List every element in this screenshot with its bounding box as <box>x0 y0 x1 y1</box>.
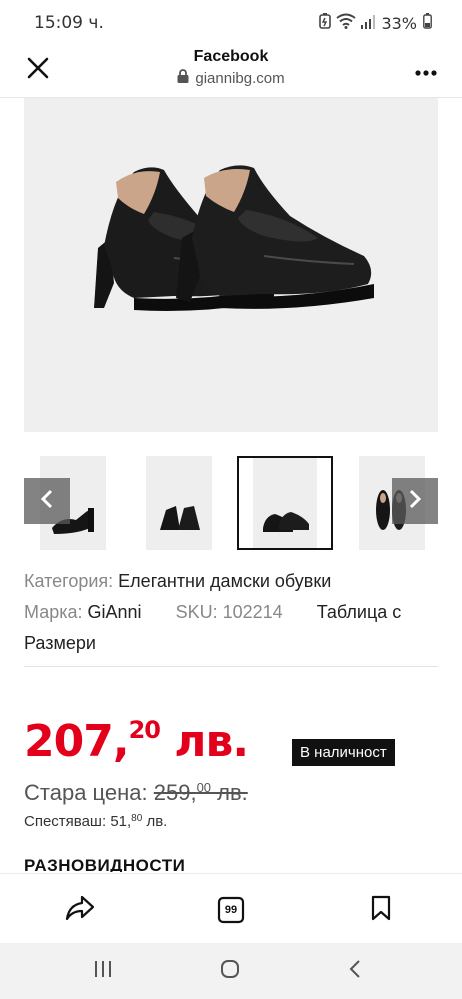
header-center: Facebook giannibg.com <box>0 48 462 87</box>
tabs-button[interactable]: 99 <box>215 894 247 926</box>
thumb-back-image <box>160 506 200 530</box>
variations-heading: РАЗНОВИДНОСТИ <box>24 856 186 872</box>
bookmark-icon <box>371 895 391 925</box>
stock-badge: В наличност <box>292 739 395 766</box>
price-current: 207,20 лв. <box>24 716 249 767</box>
system-nav-bar <box>0 943 462 999</box>
status-bar: 15:09 ч. 33% <box>0 0 462 46</box>
product-meta: Категория: Елегантни дамски обувки Марка… <box>24 566 438 659</box>
chevron-left-icon <box>40 489 54 513</box>
sku-label: SKU: <box>175 602 218 622</box>
status-right: 33% <box>319 13 432 33</box>
savings: Спестяваш: 51,80 лв. <box>24 813 167 830</box>
old-price: Стара цена: 259,00 лв. <box>24 780 248 806</box>
save-label: Спестяваш: <box>24 813 111 830</box>
brand-label: Марка: <box>24 602 83 622</box>
browser-title: Facebook <box>193 48 269 65</box>
thumb-pair-image <box>263 512 309 532</box>
thumbnail-prev-button[interactable] <box>24 478 70 524</box>
size-table-link-cont[interactable]: Размери <box>24 628 438 659</box>
battery-icon <box>423 13 432 33</box>
meta-divider <box>24 666 438 667</box>
thumbnail-strip <box>24 456 438 550</box>
product-main-image[interactable] <box>24 98 438 432</box>
old-price-currency: лв. <box>211 780 248 805</box>
category-row: Категория: Елегантни дамски обувки <box>24 566 438 597</box>
browser-toolbar: 99 <box>0 873 462 943</box>
recent-apps-icon <box>93 960 113 982</box>
save-main: 51, <box>110 813 132 830</box>
old-price-label: Стара цена: <box>24 780 154 805</box>
shoes-illustration <box>94 165 374 311</box>
status-icons <box>319 13 376 33</box>
more-options-button[interactable] <box>412 56 440 84</box>
thumbnail-2[interactable] <box>146 456 212 550</box>
share-button[interactable] <box>64 894 96 926</box>
browser-header: Facebook giannibg.com <box>0 46 462 98</box>
url-display[interactable]: giannibg.com <box>177 69 285 87</box>
save-currency: лв. <box>142 813 168 830</box>
old-price-value: 259,00 лв. <box>154 780 248 805</box>
price-cents: 20 <box>128 716 161 744</box>
chevron-right-icon <box>408 489 422 513</box>
back-icon <box>348 959 362 983</box>
status-time: 15:09 ч. <box>34 13 104 33</box>
lock-icon <box>177 69 189 87</box>
price-main: 207, <box>24 716 130 767</box>
battery-saver-icon <box>319 13 332 33</box>
battery-percent: 33% <box>381 13 417 33</box>
tabs-count: 99 <box>224 904 238 916</box>
brand-row: Марка: GiAnni SKU: 102214 Таблица с <box>24 597 438 628</box>
save-cents: 80 <box>131 813 143 824</box>
home-button[interactable] <box>215 957 245 985</box>
wifi-icon <box>336 13 357 33</box>
brand-link[interactable]: GiAnni <box>88 602 142 622</box>
recent-apps-button[interactable] <box>88 957 118 985</box>
sku-value: 102214 <box>222 602 283 622</box>
thumbnail-next-button[interactable] <box>392 478 438 524</box>
share-icon <box>65 895 95 925</box>
thumb-pair-bg <box>253 458 317 548</box>
size-table-link[interactable]: Таблица с <box>317 602 402 622</box>
url-text: giannibg.com <box>195 69 285 87</box>
bookmark-button[interactable] <box>365 894 397 926</box>
signal-icon <box>361 14 376 33</box>
old-price-main: 259, <box>153 780 197 805</box>
price-currency: лв. <box>159 716 249 767</box>
back-button[interactable] <box>340 957 370 985</box>
thumbnail-3-active[interactable] <box>237 456 333 550</box>
home-icon <box>220 959 240 983</box>
more-icon <box>415 61 437 80</box>
old-price-cents: 00 <box>196 780 212 795</box>
category-label: Категория: <box>24 571 114 591</box>
category-link[interactable]: Елегантни дамски обувки <box>118 571 331 591</box>
